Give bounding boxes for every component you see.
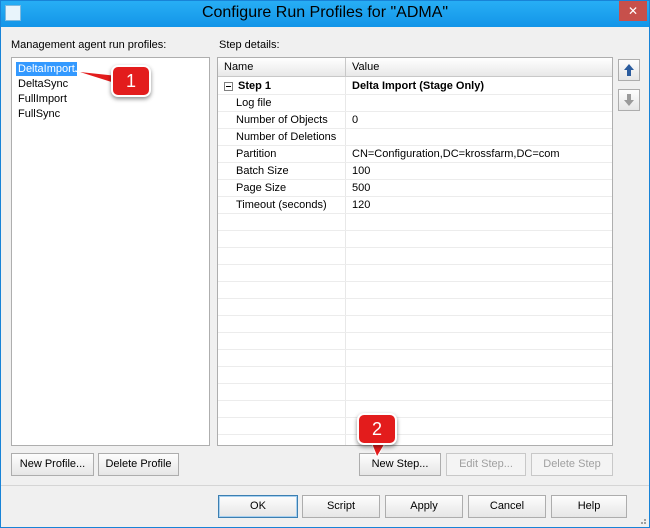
window-title: Configure Run Profiles for "ADMA" [201,4,449,21]
row-value: 0 [352,114,359,126]
empty-row [218,350,612,367]
table-row[interactable]: Partition CN=Configuration,DC=krossfarm,… [218,146,612,163]
empty-row [218,401,612,418]
profile-item-fullimport[interactable]: FullImport [16,92,69,106]
row-value: 120 [352,199,371,211]
collapse-icon[interactable] [224,82,233,91]
profile-item-deltasync[interactable]: DeltaSync [16,77,70,91]
table-row[interactable]: Timeout (seconds) 120 [218,197,612,214]
ok-button[interactable]: OK [218,495,298,518]
profiles-listbox[interactable]: DeltaImport DeltaSync FullImport FullSyn… [11,57,210,446]
row-value: 500 [352,182,371,194]
profile-item-deltaimport[interactable]: DeltaImport [16,62,77,76]
row-name: Step 1 [238,80,272,92]
move-step-down-button[interactable] [618,89,640,111]
empty-row [218,214,612,231]
empty-row [218,231,612,248]
callout-1: 1 [111,65,151,97]
row-name: Page Size [236,182,287,194]
profile-item-fullsync[interactable]: FullSync [16,107,62,121]
empty-row [218,265,612,282]
empty-row [218,384,612,401]
row-name: Batch Size [236,165,289,177]
empty-row [218,299,612,316]
row-value: Delta Import (Stage Only) [352,80,485,92]
column-header-name[interactable]: Name [218,58,346,77]
callout-1-pointer [75,70,114,84]
profiles-label: Management agent run profiles: [11,39,167,51]
apply-button[interactable]: Apply [385,495,463,518]
table-row[interactable]: Step 1 Delta Import (Stage Only) [218,78,612,95]
cancel-button[interactable]: Cancel [468,495,546,518]
row-name: Number of Objects [236,114,328,126]
table-row[interactable]: Batch Size 100 [218,163,612,180]
table-row[interactable]: Page Size 500 [218,180,612,197]
row-value: 100 [352,165,371,177]
delete-profile-button[interactable]: Delete Profile [98,453,179,476]
step-details-label: Step details: [219,39,280,51]
empty-row [218,418,612,435]
table-row[interactable]: Number of Objects 0 [218,112,612,129]
close-icon: ✕ [627,4,639,18]
callout-2: 2 [357,413,397,445]
arrow-down-icon [624,94,634,106]
empty-row [218,282,612,299]
delete-step-button[interactable]: Delete Step [531,453,613,476]
empty-row [218,316,612,333]
footer-separator [1,485,649,486]
empty-row [218,248,612,265]
grid-header: Name Value [218,58,612,77]
help-button[interactable]: Help [551,495,627,518]
row-name: Log file [236,97,272,109]
edit-step-button[interactable]: Edit Step... [446,453,526,476]
move-step-up-button[interactable] [618,59,640,81]
table-row[interactable]: Number of Deletions [218,129,612,146]
row-name: Partition [236,148,277,160]
new-profile-button[interactable]: New Profile... [11,453,94,476]
column-header-value[interactable]: Value [346,58,612,77]
empty-row [218,333,612,350]
title-bar[interactable]: Configure Run Profiles for "ADMA" ✕ [1,1,649,27]
empty-row [218,367,612,384]
row-name: Number of Deletions [236,131,337,143]
row-value: CN=Configuration,DC=krossfarm,DC=com [352,148,560,160]
script-button[interactable]: Script [302,495,380,518]
step-details-grid[interactable]: Name Value Step 1 Delta Import (Stage On… [217,57,613,446]
configure-run-profiles-dialog: Configure Run Profiles for "ADMA" ✕ Mana… [0,0,650,528]
close-button[interactable]: ✕ [619,1,647,21]
row-name: Timeout (seconds) [236,199,327,211]
table-row[interactable]: Log file [218,95,612,112]
arrow-up-icon [624,64,634,76]
resize-grip-icon[interactable] [637,515,647,525]
